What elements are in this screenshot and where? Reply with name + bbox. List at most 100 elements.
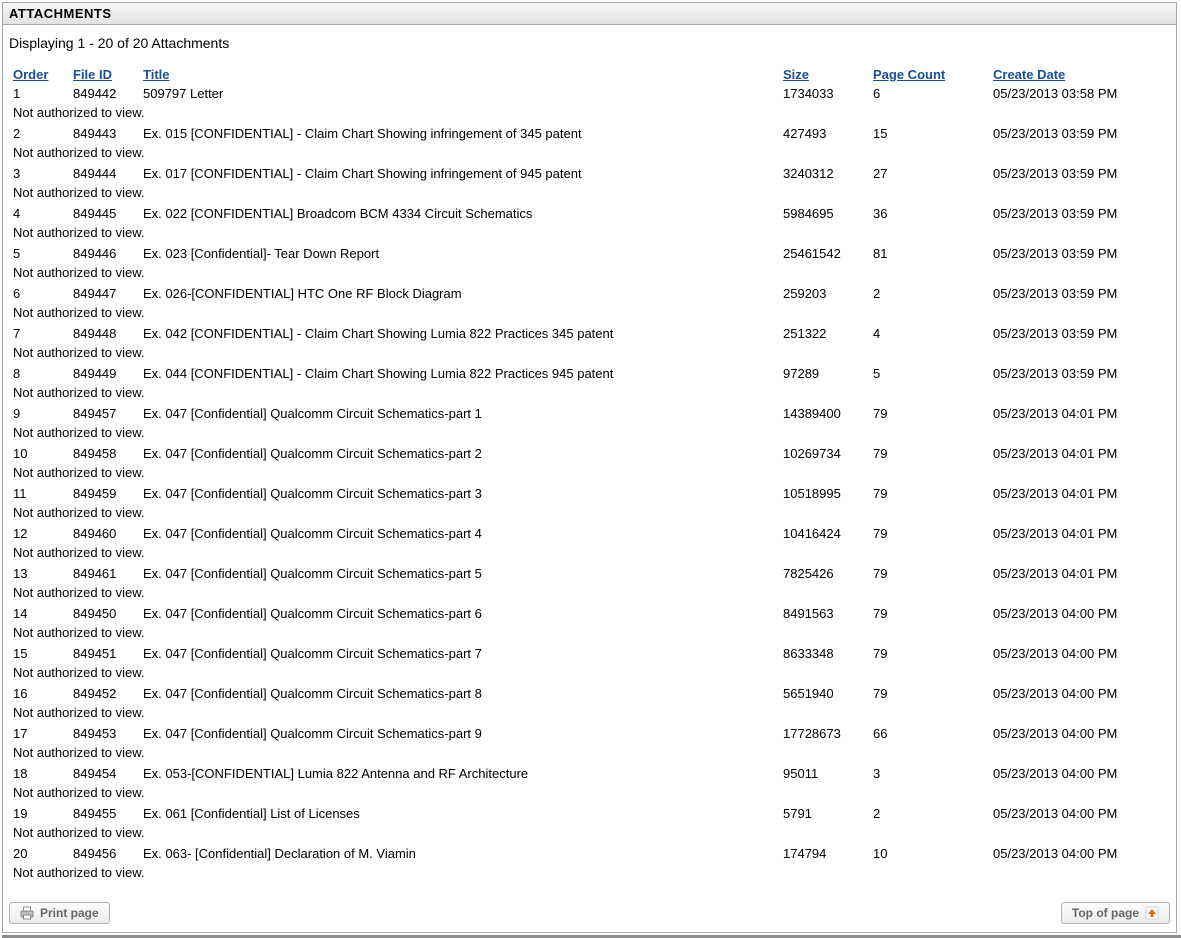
cell-pages: 79 xyxy=(869,444,989,463)
cell-order: 5 xyxy=(9,244,69,263)
cell-fileid: 849453 xyxy=(69,724,139,743)
cell-title: Ex. 061 [Confidential] List of Licenses xyxy=(139,804,779,823)
attachments-panel: ATTACHMENTS Displaying 1 - 20 of 20 Atta… xyxy=(2,2,1177,933)
cell-size: 14389400 xyxy=(779,404,869,423)
cell-order: 15 xyxy=(9,644,69,663)
not-authorized-text: Not authorized to view. xyxy=(9,663,1170,684)
cell-size: 25461542 xyxy=(779,244,869,263)
cell-fileid: 849459 xyxy=(69,484,139,503)
table-row: 7849448Ex. 042 [CONFIDENTIAL] - Claim Ch… xyxy=(9,324,1170,343)
cell-date: 05/23/2013 03:59 PM xyxy=(989,164,1170,183)
cell-fileid: 849455 xyxy=(69,804,139,823)
table-row: 10849458Ex. 047 [Confidential] Qualcomm … xyxy=(9,444,1170,463)
cell-order: 12 xyxy=(9,524,69,543)
sort-size-link[interactable]: Size xyxy=(783,67,809,82)
cell-title: Ex. 026-[CONFIDENTIAL] HTC One RF Block … xyxy=(139,284,779,303)
not-authorized-row: Not authorized to view. xyxy=(9,623,1170,644)
cell-size: 95011 xyxy=(779,764,869,783)
table-row: 8849449Ex. 044 [CONFIDENTIAL] - Claim Ch… xyxy=(9,364,1170,383)
table-row: 3849444Ex. 017 [CONFIDENTIAL] - Claim Ch… xyxy=(9,164,1170,183)
cell-date: 05/23/2013 03:59 PM xyxy=(989,124,1170,143)
footer-bar: Print page Top of page xyxy=(9,902,1170,924)
cell-fileid: 849450 xyxy=(69,604,139,623)
cell-fileid: 849447 xyxy=(69,284,139,303)
cell-date: 05/23/2013 04:01 PM xyxy=(989,524,1170,543)
cell-size: 251322 xyxy=(779,324,869,343)
table-row: 1849442509797 Letter1734033605/23/2013 0… xyxy=(9,84,1170,103)
cell-order: 2 xyxy=(9,124,69,143)
cell-size: 97289 xyxy=(779,364,869,383)
cell-title: Ex. 022 [CONFIDENTIAL] Broadcom BCM 4334… xyxy=(139,204,779,223)
cell-date: 05/23/2013 03:59 PM xyxy=(989,204,1170,223)
cell-pages: 79 xyxy=(869,644,989,663)
cell-pages: 15 xyxy=(869,124,989,143)
not-authorized-row: Not authorized to view. xyxy=(9,423,1170,444)
cell-title: Ex. 047 [Confidential] Qualcomm Circuit … xyxy=(139,484,779,503)
cell-pages: 5 xyxy=(869,364,989,383)
cell-pages: 81 xyxy=(869,244,989,263)
table-row: 13849461Ex. 047 [Confidential] Qualcomm … xyxy=(9,564,1170,583)
not-authorized-row: Not authorized to view. xyxy=(9,303,1170,324)
not-authorized-text: Not authorized to view. xyxy=(9,543,1170,564)
cell-fileid: 849442 xyxy=(69,84,139,103)
cell-fileid: 849457 xyxy=(69,404,139,423)
table-row: 11849459Ex. 047 [Confidential] Qualcomm … xyxy=(9,484,1170,503)
cell-order: 17 xyxy=(9,724,69,743)
cell-order: 6 xyxy=(9,284,69,303)
cell-date: 05/23/2013 03:59 PM xyxy=(989,364,1170,383)
cell-order: 20 xyxy=(9,844,69,863)
cell-size: 5791 xyxy=(779,804,869,823)
not-authorized-row: Not authorized to view. xyxy=(9,343,1170,364)
print-page-button[interactable]: Print page xyxy=(9,902,110,924)
cell-fileid: 849448 xyxy=(69,324,139,343)
cell-size: 5984695 xyxy=(779,204,869,223)
not-authorized-text: Not authorized to view. xyxy=(9,463,1170,484)
cell-pages: 6 xyxy=(869,84,989,103)
cell-title: Ex. 047 [Confidential] Qualcomm Circuit … xyxy=(139,724,779,743)
cell-fileid: 849452 xyxy=(69,684,139,703)
not-authorized-text: Not authorized to view. xyxy=(9,863,1170,884)
cell-fileid: 849443 xyxy=(69,124,139,143)
sort-pagecount-link[interactable]: Page Count xyxy=(873,67,945,82)
cell-pages: 3 xyxy=(869,764,989,783)
cell-title: Ex. 015 [CONFIDENTIAL] - Claim Chart Sho… xyxy=(139,124,779,143)
top-of-page-label: Top of page xyxy=(1072,906,1139,920)
cell-size: 7825426 xyxy=(779,564,869,583)
cell-date: 05/23/2013 04:00 PM xyxy=(989,724,1170,743)
top-of-page-button[interactable]: Top of page xyxy=(1061,902,1170,924)
cell-fileid: 849444 xyxy=(69,164,139,183)
table-row: 12849460Ex. 047 [Confidential] Qualcomm … xyxy=(9,524,1170,543)
cell-size: 10518995 xyxy=(779,484,869,503)
sort-fileid-link[interactable]: File ID xyxy=(73,67,112,82)
cell-order: 19 xyxy=(9,804,69,823)
cell-title: Ex. 047 [Confidential] Qualcomm Circuit … xyxy=(139,644,779,663)
table-row: 20849456Ex. 063- [Confidential] Declarat… xyxy=(9,844,1170,863)
cell-order: 18 xyxy=(9,764,69,783)
cell-title: Ex. 047 [Confidential] Qualcomm Circuit … xyxy=(139,604,779,623)
table-row: 9849457Ex. 047 [Confidential] Qualcomm C… xyxy=(9,404,1170,423)
not-authorized-text: Not authorized to view. xyxy=(9,823,1170,844)
not-authorized-text: Not authorized to view. xyxy=(9,263,1170,284)
sort-order-link[interactable]: Order xyxy=(13,67,48,82)
cell-title: Ex. 047 [Confidential] Qualcomm Circuit … xyxy=(139,564,779,583)
cell-order: 14 xyxy=(9,604,69,623)
cell-title: Ex. 053-[CONFIDENTIAL] Lumia 822 Antenna… xyxy=(139,764,779,783)
sort-createdate-link[interactable]: Create Date xyxy=(993,67,1065,82)
cell-order: 16 xyxy=(9,684,69,703)
cell-pages: 79 xyxy=(869,564,989,583)
not-authorized-row: Not authorized to view. xyxy=(9,703,1170,724)
cell-date: 05/23/2013 04:00 PM xyxy=(989,604,1170,623)
cell-pages: 79 xyxy=(869,404,989,423)
sort-title-link[interactable]: Title xyxy=(143,67,170,82)
cell-size: 1734033 xyxy=(779,84,869,103)
not-authorized-text: Not authorized to view. xyxy=(9,343,1170,364)
cell-date: 05/23/2013 04:01 PM xyxy=(989,484,1170,503)
cell-fileid: 849460 xyxy=(69,524,139,543)
cell-pages: 79 xyxy=(869,484,989,503)
cell-pages: 79 xyxy=(869,524,989,543)
cell-date: 05/23/2013 04:00 PM xyxy=(989,844,1170,863)
table-header-row: Order File ID Title Size Page Count Crea… xyxy=(9,65,1170,84)
not-authorized-text: Not authorized to view. xyxy=(9,703,1170,724)
not-authorized-row: Not authorized to view. xyxy=(9,743,1170,764)
panel-body: Displaying 1 - 20 of 20 Attachments Orde… xyxy=(3,25,1176,932)
